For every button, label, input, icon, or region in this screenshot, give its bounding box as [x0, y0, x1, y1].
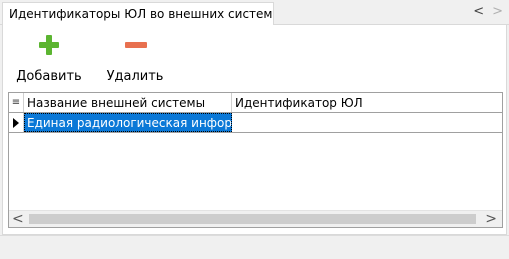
- horizontal-scrollbar[interactable]: < >: [9, 210, 502, 227]
- chevron-left-icon[interactable]: <: [473, 5, 484, 19]
- grid-header: ≡ Название внешней системы Идентификатор…: [9, 93, 502, 113]
- row-indicator[interactable]: [9, 113, 24, 132]
- plus-icon: [37, 33, 61, 57]
- column-header-legal-entity-id[interactable]: Идентификатор ЮЛ: [232, 93, 505, 115]
- add-button[interactable]: Добавить: [16, 33, 82, 84]
- current-row-arrow-icon: [13, 118, 19, 128]
- toolbar: Добавить Удалить: [3, 25, 506, 91]
- scroll-left-icon[interactable]: <: [12, 211, 24, 227]
- scrollbar-thumb[interactable]: [29, 214, 476, 224]
- cell-external-system[interactable]: Единая радиологическая информ: [24, 113, 232, 132]
- status-bar: [0, 235, 509, 259]
- minus-icon: [123, 33, 147, 57]
- delete-button[interactable]: Удалить: [102, 33, 168, 84]
- table-row[interactable]: Единая радиологическая информ: [9, 113, 502, 133]
- column-header-external-system[interactable]: Название внешней системы: [24, 93, 232, 112]
- tab-content-panel: Добавить Удалить ≡ Название внешней сист…: [2, 25, 507, 235]
- tab-strip: Идентификаторы ЮЛ во внешних системах < …: [0, 0, 509, 26]
- tab-legal-entity-identifiers[interactable]: Идентификаторы ЮЛ во внешних системах: [2, 2, 274, 26]
- chevron-right-icon[interactable]: >: [492, 5, 503, 19]
- column-chooser-icon[interactable]: ≡: [9, 93, 24, 112]
- tab-navigation: < >: [473, 5, 503, 19]
- scroll-right-icon[interactable]: >: [485, 211, 497, 227]
- delete-button-label: Удалить: [106, 69, 164, 84]
- cell-legal-entity-id[interactable]: [232, 113, 502, 132]
- add-button-label: Добавить: [16, 69, 82, 84]
- identifiers-grid[interactable]: ≡ Название внешней системы Идентификатор…: [8, 92, 503, 228]
